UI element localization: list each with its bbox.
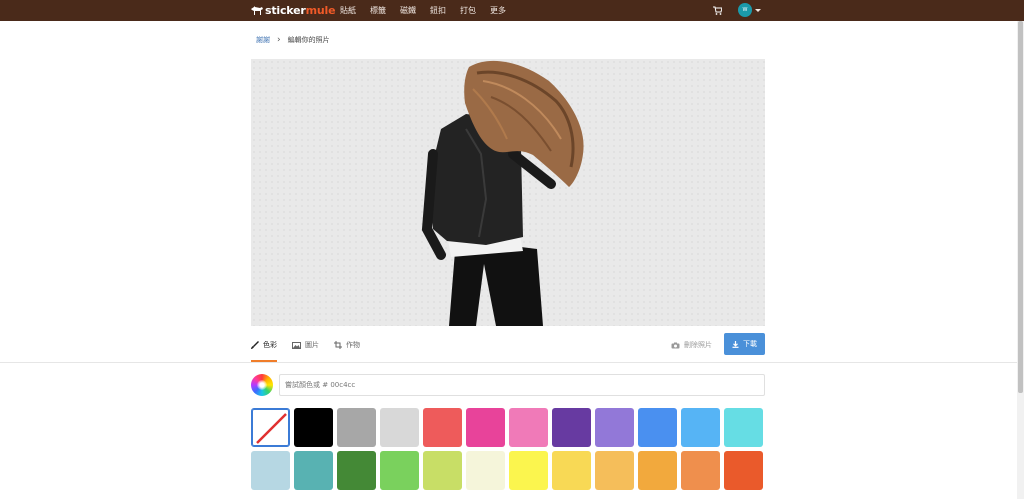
color-swatch[interactable] <box>595 408 634 447</box>
camera-icon <box>671 342 680 348</box>
tab-label: 作物 <box>346 341 360 349</box>
color-swatch[interactable] <box>509 408 548 447</box>
color-swatch[interactable] <box>595 451 634 490</box>
color-swatch[interactable] <box>724 408 763 447</box>
nav-item-more[interactable]: 更多 <box>490 5 506 16</box>
color-swatch[interactable] <box>294 451 333 490</box>
no-color-slash-icon <box>256 413 287 444</box>
color-swatch[interactable] <box>380 451 419 490</box>
color-swatch[interactable] <box>251 451 290 490</box>
nav-item-packaging[interactable]: 打包 <box>460 5 476 16</box>
color-swatch[interactable] <box>552 451 591 490</box>
image-icon <box>292 341 301 349</box>
color-swatch[interactable] <box>509 451 548 490</box>
color-swatch[interactable] <box>423 451 462 490</box>
logo-text-sticker: sticker <box>265 4 306 17</box>
color-swatch[interactable] <box>638 408 677 447</box>
color-swatch[interactable] <box>294 408 333 447</box>
color-swatch[interactable] <box>466 408 505 447</box>
color-swatch[interactable] <box>681 408 720 447</box>
color-search-input[interactable] <box>279 374 765 396</box>
download-icon <box>732 340 739 348</box>
color-wheel-icon[interactable] <box>251 374 273 396</box>
tab-image[interactable]: 圖片 <box>292 339 319 351</box>
logo-text-mule: mule <box>305 4 336 17</box>
person-photo <box>421 60 584 326</box>
color-swatch[interactable] <box>724 451 763 490</box>
cart-icon[interactable] <box>713 6 722 15</box>
scrollbar-thumb[interactable] <box>1018 21 1023 393</box>
color-swatch[interactable] <box>337 408 376 447</box>
download-button[interactable]: 下載 <box>724 333 765 355</box>
color-swatch[interactable] <box>466 451 505 490</box>
crop-icon <box>334 341 342 349</box>
breadcrumb: 謝謝 › 編輯你的照片 <box>256 35 330 45</box>
tab-label: 色彩 <box>263 341 277 349</box>
nav-item-stickers[interactable]: 貼紙 <box>340 5 356 16</box>
brush-icon <box>251 341 259 349</box>
photo-preview <box>251 59 765 326</box>
main-nav: 貼紙 標籤 磁鐵 鈕扣 打包 更多 <box>340 0 520 21</box>
color-swatch[interactable] <box>638 451 677 490</box>
nav-item-labels[interactable]: 標籤 <box>370 5 386 16</box>
tab-label: 圖片 <box>305 341 319 349</box>
remove-photo-label: 刪除照片 <box>684 341 712 349</box>
color-swatch[interactable] <box>681 451 720 490</box>
editor-tabs: 色彩 圖片 作物 <box>251 339 375 351</box>
user-avatar[interactable]: W <box>738 3 752 17</box>
nav-item-buttons[interactable]: 鈕扣 <box>430 5 446 16</box>
tab-crop[interactable]: 作物 <box>334 339 360 351</box>
breadcrumb-link[interactable]: 謝謝 <box>256 35 270 45</box>
remove-photo-button[interactable]: 刪除照片 <box>671 339 712 351</box>
chevron-down-icon[interactable] <box>755 9 761 12</box>
section-divider <box>0 362 1024 363</box>
color-swatch[interactable] <box>552 408 591 447</box>
stickermule-logo[interactable]: sticker mule <box>251 2 336 19</box>
tab-color[interactable]: 色彩 <box>251 339 277 351</box>
download-label: 下載 <box>743 340 757 348</box>
color-swatch[interactable] <box>423 408 462 447</box>
mule-icon <box>251 6 263 15</box>
no-color-swatch[interactable] <box>251 408 290 447</box>
breadcrumb-current: 編輯你的照片 <box>287 36 330 44</box>
color-swatch[interactable] <box>380 408 419 447</box>
top-nav-bar: sticker mule 貼紙 標籤 磁鐵 鈕扣 打包 更多 W <box>0 0 1024 21</box>
nav-item-magnets[interactable]: 磁鐵 <box>400 5 416 16</box>
color-swatch[interactable] <box>337 451 376 490</box>
chevron-right-icon: › <box>277 34 281 45</box>
